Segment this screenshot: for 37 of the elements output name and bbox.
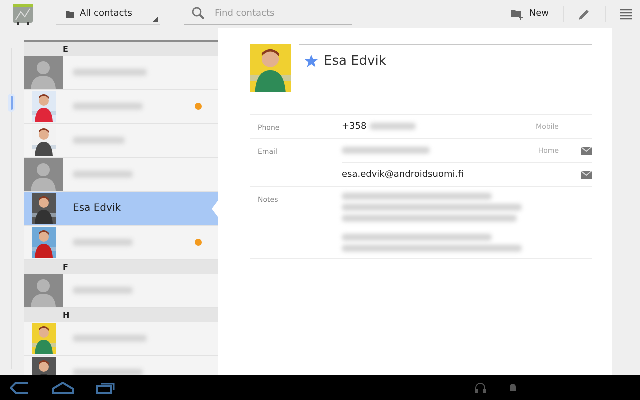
new-contact-button[interactable]: New [507, 6, 553, 22]
contacts-filter-dropdown[interactable]: All contacts [56, 3, 160, 25]
section-letter: E [24, 42, 218, 56]
android-robot-icon [508, 382, 518, 392]
blurred-name [73, 239, 133, 246]
section-letter: H [24, 308, 218, 322]
back-icon[interactable] [10, 382, 30, 394]
search-field[interactable]: Find contacts [213, 8, 337, 20]
menu-icon [620, 8, 632, 20]
blurred-name [73, 103, 143, 110]
blurred-name [73, 171, 133, 178]
pencil-icon [578, 8, 591, 20]
search-icon[interactable] [192, 7, 205, 20]
mail-icon[interactable] [581, 146, 592, 154]
contact-row[interactable]: Esa Edvik [24, 192, 218, 226]
dropdown-corner-icon [153, 17, 158, 22]
blurred-name [73, 287, 133, 294]
mail-icon[interactable] [581, 170, 592, 178]
contacts-app-icon[interactable] [12, 3, 34, 25]
field-value[interactable]: esa.edvik@androidsuomi.fi [342, 170, 464, 180]
add-folder-icon [511, 8, 524, 20]
contact-name-heading: Esa Edvik [324, 54, 386, 68]
headphones-icon [475, 382, 486, 392]
contact-name: Esa Edvik [73, 203, 121, 214]
blurred-name [73, 137, 125, 144]
contact-row[interactable] [24, 226, 218, 260]
scroll-handle[interactable] [8, 94, 15, 112]
home-icon[interactable] [52, 382, 74, 394]
section-letter: F [24, 260, 218, 274]
contact-row[interactable] [24, 322, 218, 356]
field-value[interactable]: +358 [342, 122, 367, 132]
recent-apps-icon[interactable] [96, 382, 116, 394]
contact-row[interactable] [24, 124, 218, 158]
blurred-name [73, 369, 143, 375]
star-icon[interactable] [305, 54, 318, 68]
folder-icon [66, 10, 74, 18]
contact-row[interactable] [24, 90, 218, 124]
